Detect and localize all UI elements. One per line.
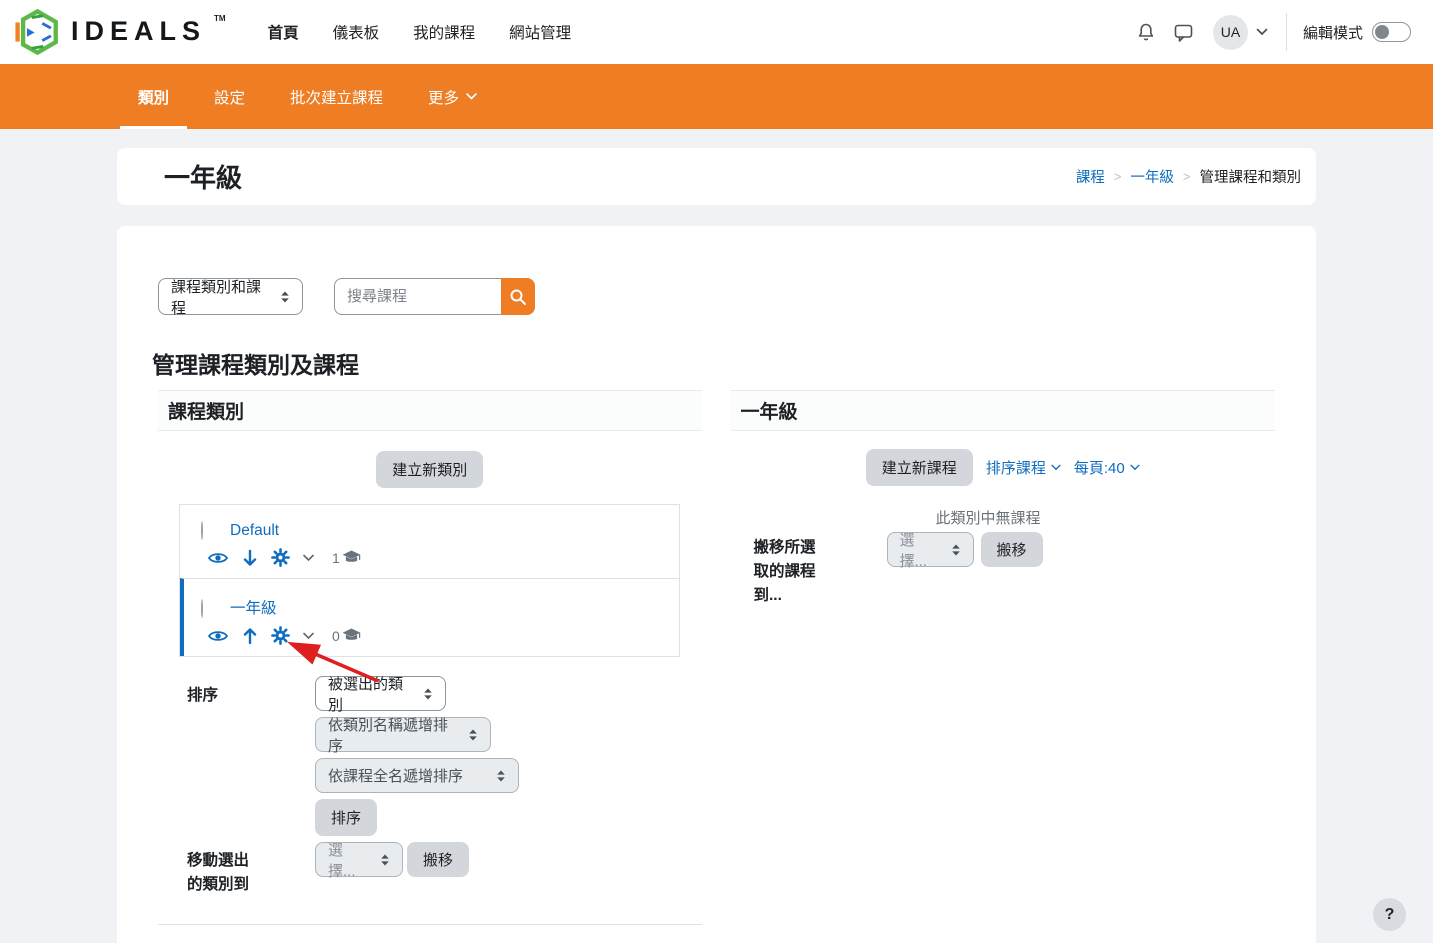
sort-courses-link[interactable]: 排序課程 xyxy=(986,457,1061,478)
gear-icon[interactable] xyxy=(271,548,290,567)
sort-courses-by-select[interactable]: 依課程全名遞增排序 xyxy=(315,758,519,793)
select-arrows-icon xyxy=(496,770,506,782)
gear-icon[interactable] xyxy=(271,626,290,645)
chevron-down-icon xyxy=(466,93,477,100)
move-courses-select[interactable]: 選擇... xyxy=(887,532,974,567)
messages-chat-icon[interactable] xyxy=(1173,22,1194,43)
user-menu-caret-icon[interactable] xyxy=(1256,28,1268,36)
move-categories-select[interactable]: 選擇... xyxy=(315,842,403,877)
show-hide-eye-icon[interactable] xyxy=(207,628,229,644)
ideals-logo-icon xyxy=(14,8,61,56)
sort-scope-select[interactable]: 被選出的類別 xyxy=(315,676,446,711)
breadcrumb-separator: > xyxy=(1114,169,1122,184)
primary-nav: 首頁 儀表板 我的課程 網站管理 xyxy=(268,21,572,43)
chevron-down-icon xyxy=(1130,464,1140,471)
panel-bottom-divider xyxy=(158,924,702,925)
sort-button[interactable]: 排序 xyxy=(315,799,377,836)
nav-item-dashboard[interactable]: 儀表板 xyxy=(333,21,380,43)
secondary-nav: 類別 設定 批次建立課程 更多 xyxy=(0,64,1433,129)
category-link[interactable]: 一年級 xyxy=(230,596,277,618)
brand-trademark: TM xyxy=(214,14,226,23)
viewmode-select[interactable]: 課程類別和課程 xyxy=(158,278,303,315)
create-course-button[interactable]: 建立新課程 xyxy=(866,449,973,486)
tab-settings[interactable]: 設定 xyxy=(196,64,263,129)
move-courses-label: 搬移所選取的課程到... xyxy=(754,532,887,608)
tab-more[interactable]: 更多 xyxy=(410,64,495,129)
category-row-default: Default xyxy=(180,505,679,578)
breadcrumb-courses[interactable]: 課程 xyxy=(1076,166,1105,187)
page-title: 一年級 xyxy=(164,158,242,195)
nav-item-home[interactable]: 首頁 xyxy=(268,21,299,43)
move-down-arrow-icon[interactable] xyxy=(242,549,258,567)
chevron-down-icon xyxy=(1051,464,1061,471)
select-arrows-icon xyxy=(423,688,433,700)
select-arrows-icon xyxy=(468,729,478,741)
main-card: 課程類別和課程 管理課程類別及課程 課程類別 建立新類別 xyxy=(117,226,1316,943)
edit-mode-label: 編輯模式 xyxy=(1303,22,1363,43)
brand-logo[interactable]: IDEALS TM xyxy=(14,8,226,56)
empty-category-message: 此類別中無課程 xyxy=(936,507,1276,528)
move-categories-label: 移動選出的類別到 xyxy=(187,842,315,897)
per-page-link[interactable]: 每頁:40 xyxy=(1074,457,1140,478)
show-hide-eye-icon[interactable] xyxy=(207,550,229,566)
sort-categories-by-select[interactable]: 依類別名稱遞增排序 xyxy=(315,717,491,752)
nav-item-my-courses[interactable]: 我的課程 xyxy=(413,21,475,43)
tab-categories[interactable]: 類別 xyxy=(120,64,187,129)
courses-panel: 一年級 建立新課程 排序課程 每頁:40 此類別中無課程 搬移所選取的課程到..… xyxy=(731,390,1276,925)
course-count-badge: 0 xyxy=(332,628,361,644)
courses-panel-title: 一年級 xyxy=(731,390,1276,431)
header-divider xyxy=(1286,13,1287,51)
select-arrows-icon xyxy=(380,854,390,866)
breadcrumb-current: 管理課程和類別 xyxy=(1200,166,1302,187)
category-checkbox[interactable] xyxy=(201,521,203,540)
user-avatar[interactable]: UA xyxy=(1213,15,1248,50)
category-list: Default xyxy=(179,504,680,657)
create-category-button[interactable]: 建立新類別 xyxy=(376,451,483,488)
move-categories-button[interactable]: 搬移 xyxy=(407,842,469,877)
search-icon xyxy=(509,288,527,306)
edit-mode-toggle[interactable] xyxy=(1372,22,1411,42)
categories-panel-title: 課程類別 xyxy=(158,390,702,431)
breadcrumb-separator: > xyxy=(1183,169,1191,184)
sort-label: 排序 xyxy=(187,676,315,705)
course-count-badge: 1 xyxy=(332,550,361,566)
move-courses-button[interactable]: 搬移 xyxy=(981,532,1043,567)
category-checkbox[interactable] xyxy=(201,599,203,618)
graduation-cap-icon xyxy=(342,550,361,565)
categories-panel: 課程類別 建立新類別 Default xyxy=(158,390,702,925)
category-actions-caret-icon[interactable] xyxy=(303,632,314,640)
tab-bulk-create-courses[interactable]: 批次建立課程 xyxy=(272,64,401,129)
search-button[interactable] xyxy=(501,278,535,315)
top-header: IDEALS TM 首頁 儀表板 我的課程 網站管理 UA 編輯模式 xyxy=(0,0,1433,64)
category-row-grade1: 一年級 xyxy=(180,578,679,656)
notification-bell-icon[interactable] xyxy=(1136,22,1156,43)
nav-item-site-admin[interactable]: 網站管理 xyxy=(509,21,571,43)
page-background: 一年級 課程 > 一年級 > 管理課程和類別 課程類別和課程 管理課 xyxy=(0,129,1433,943)
breadcrumb: 課程 > 一年級 > 管理課程和類別 xyxy=(1076,166,1301,187)
category-link[interactable]: Default xyxy=(230,522,279,540)
breadcrumb-grade1[interactable]: 一年級 xyxy=(1130,166,1174,187)
help-button[interactable]: ? xyxy=(1373,898,1406,931)
search-input[interactable] xyxy=(334,278,501,315)
select-arrows-icon xyxy=(951,544,961,556)
select-arrows-icon xyxy=(280,291,290,303)
brand-name: IDEALS xyxy=(71,8,206,54)
category-actions-caret-icon[interactable] xyxy=(303,554,314,562)
manage-heading: 管理課程類別及課程 xyxy=(152,346,1275,380)
graduation-cap-icon xyxy=(342,628,361,643)
move-up-arrow-icon[interactable] xyxy=(242,627,258,645)
page-title-card: 一年級 課程 > 一年級 > 管理課程和類別 xyxy=(117,148,1316,205)
